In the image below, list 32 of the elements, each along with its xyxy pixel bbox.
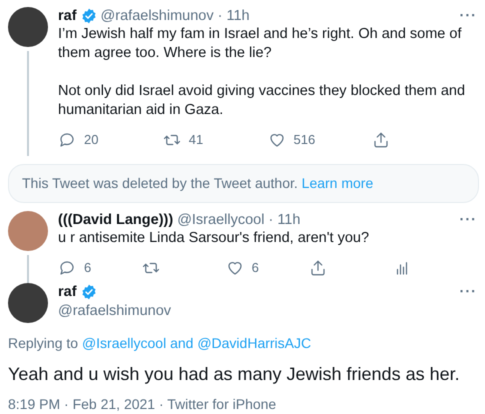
display-name: raf [58, 283, 77, 302]
reply-action[interactable]: 20 [58, 130, 163, 150]
share-icon [309, 258, 328, 276]
share-icon [372, 131, 390, 149]
tweet-text: u r antisemite Linda Sarsour's friend, aren't you? [58, 228, 370, 248]
more-options-icon[interactable]: ··· [460, 11, 477, 22]
more-options-icon[interactable]: ··· [460, 214, 477, 225]
more-options-icon[interactable]: ··· [460, 287, 477, 298]
handle-and-time: @rafaelshimunov · 11h [100, 7, 250, 26]
reply-icon [58, 258, 76, 276]
tweet-text: Not only did Israel avoid giving vaccines they blocked them and humanitarian aid in Gaza. [58, 82, 466, 120]
mention-link[interactable]: @Israellycool [82, 335, 166, 352]
timestamp-and-source: 8:19 PM · Feb 21, 2021 · Twitter for iPhone [8, 395, 278, 414]
avatar-placeholder [8, 7, 48, 48]
avatar-placeholder [8, 210, 48, 251]
tweet-text: Yeah and u wish you had as many Jewish friends as her. [8, 363, 461, 386]
avatar-placeholder [8, 283, 48, 324]
handle: @rafaelshimunov [58, 302, 172, 322]
handle-and-time: @Israellycool · 11h [177, 210, 300, 229]
notice-text: This Tweet was deleted by the Tweet author. [22, 174, 299, 191]
heart-icon [268, 131, 286, 149]
reply-action[interactable]: 6 [58, 258, 142, 278]
display-name: (((David Lange))) [58, 210, 174, 229]
tweet-text: I’m Jewish half my fam in Israel and he’s right. Oh and some of them agree too. Where is the lie? [58, 25, 462, 64]
learn-more-link[interactable]: Learn more [302, 174, 374, 191]
like-action[interactable]: 516 [268, 130, 372, 150]
display-name: raf [58, 7, 77, 26]
like-action[interactable]: 6 [226, 258, 310, 278]
replying-to-text: Replying to @Israellycool and @DavidHarrisAJC [8, 334, 312, 354]
mention-link[interactable]: @DavidHarrisAJC [197, 335, 312, 352]
reply-icon [58, 131, 76, 149]
retweet-action[interactable]: 41 [162, 130, 268, 150]
